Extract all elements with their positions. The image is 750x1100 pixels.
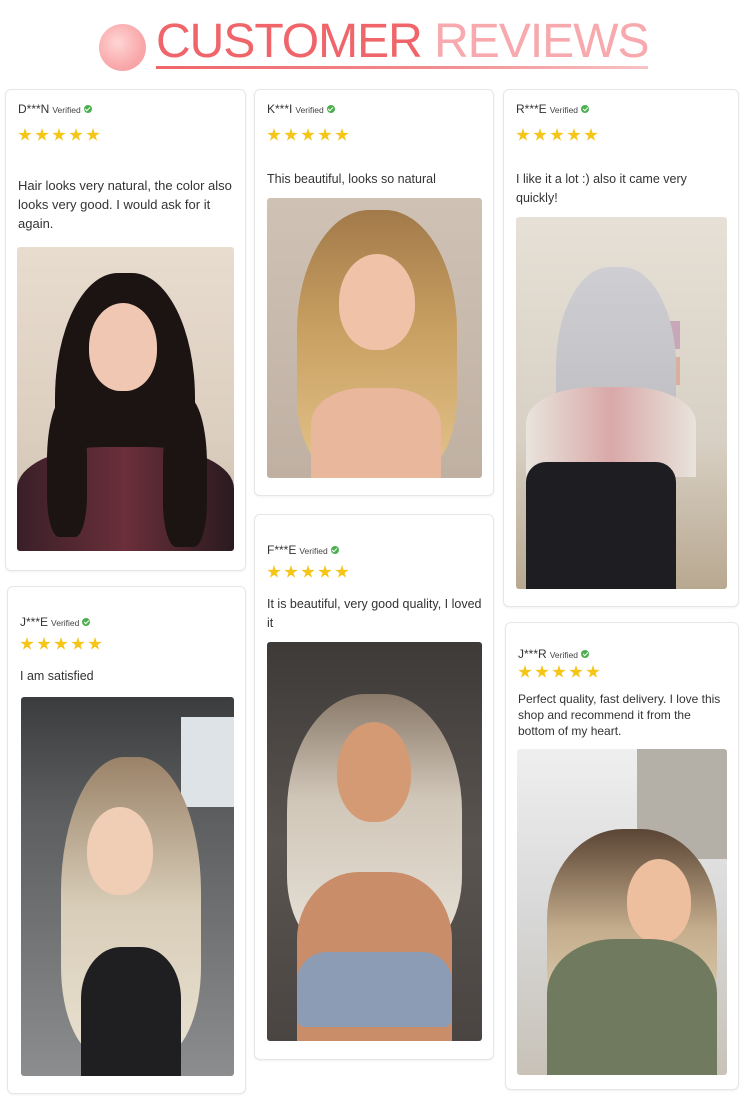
- reviewer-name: D***N: [18, 102, 50, 116]
- review-card: K***I Verified This beautiful, looks so n…: [254, 89, 494, 496]
- star-icon: [284, 128, 298, 141]
- verified-check-icon: [83, 105, 92, 113]
- star-icon: [518, 665, 532, 678]
- body-shape: [311, 388, 441, 478]
- title-underline: [156, 66, 648, 69]
- header-circle-decoration: [99, 24, 146, 71]
- star-icon: [318, 565, 332, 578]
- top-garment: [297, 952, 452, 1027]
- star-icon: [533, 128, 547, 141]
- customer-photo[interactable]: [267, 198, 482, 478]
- verified-label: Verified: [299, 546, 328, 556]
- face-shape: [89, 303, 157, 391]
- reviewer-info: K***I Verified: [267, 102, 335, 116]
- star-icon: [516, 128, 530, 141]
- review-card: R***E Verified I like it a lot :) also it…: [503, 89, 739, 607]
- review-text: Perfect quality, fast delivery. I love t…: [518, 692, 721, 738]
- reviewer-info: F***E Verified: [267, 543, 339, 557]
- review-card: J***E Verified I am satisfied: [7, 586, 246, 1094]
- star-icon: [584, 128, 598, 141]
- customer-photo[interactable]: [17, 247, 234, 551]
- page-title-word-2: REVIEWS: [434, 15, 649, 68]
- star-icon: [301, 128, 315, 141]
- verified-check-icon: [326, 105, 335, 113]
- verified-check-icon: [581, 105, 590, 113]
- face-shape: [627, 859, 691, 943]
- reviewer-name: R***E: [516, 102, 547, 116]
- star-rating: [267, 565, 349, 581]
- review-text: It is beautiful, very good quality, I lo…: [267, 597, 482, 630]
- reviewer-name: K***I: [267, 102, 293, 116]
- verified-check-icon: [330, 546, 339, 554]
- reviewer-info: J***R Verified: [518, 647, 590, 661]
- verified-label: Verified: [52, 105, 81, 115]
- star-rating: [518, 665, 600, 681]
- body-shape: [81, 947, 181, 1076]
- star-icon: [71, 637, 85, 650]
- review-card: D***N Verified Hair looks very natural, t…: [5, 89, 246, 571]
- star-icon: [267, 565, 281, 578]
- page-title: CUSTOMER REVIEWS: [156, 14, 650, 70]
- verified-check-icon: [82, 618, 91, 626]
- verified-check-icon: [581, 650, 590, 658]
- verified-label: Verified: [295, 105, 324, 115]
- hair-shape: [163, 397, 207, 547]
- customer-photo[interactable]: [517, 749, 727, 1075]
- star-icon: [35, 128, 49, 141]
- face-shape: [87, 807, 153, 895]
- car-window: [181, 717, 234, 807]
- star-rating: [516, 128, 598, 144]
- star-icon: [586, 665, 600, 678]
- review-text: I like it a lot :) also it came very qui…: [516, 172, 687, 205]
- page-title-word-1: CUSTOMER: [156, 15, 423, 68]
- face-shape: [339, 254, 415, 350]
- verified-label: Verified: [51, 618, 80, 628]
- star-icon: [535, 665, 549, 678]
- star-rating: [267, 128, 349, 144]
- review-card: J***R Verified Perfect quality, fast deli…: [505, 622, 739, 1090]
- reviewer-info: J***E Verified: [20, 615, 91, 629]
- star-rating: [18, 128, 100, 144]
- star-icon: [86, 128, 100, 141]
- star-icon: [69, 128, 83, 141]
- star-icon: [335, 128, 349, 141]
- reviewer-info: R***E Verified: [516, 102, 590, 116]
- face-shape: [337, 722, 411, 822]
- reviewer-name: J***R: [518, 647, 547, 661]
- reviewer-info: D***N Verified: [18, 102, 92, 116]
- star-icon: [318, 128, 332, 141]
- star-icon: [267, 128, 281, 141]
- reviewer-name: J***E: [20, 615, 49, 629]
- star-icon: [301, 565, 315, 578]
- star-icon: [552, 665, 566, 678]
- review-card: F***E Verified It is beautiful, very good…: [254, 514, 494, 1060]
- star-icon: [567, 128, 581, 141]
- star-icon: [550, 128, 564, 141]
- verified-label: Verified: [549, 650, 579, 660]
- customer-photo[interactable]: [267, 642, 482, 1041]
- star-icon: [284, 565, 298, 578]
- verified-label: Verified: [549, 105, 579, 115]
- star-icon: [569, 665, 583, 678]
- star-icon: [52, 128, 66, 141]
- customer-photo[interactable]: [21, 697, 234, 1076]
- star-icon: [88, 637, 102, 650]
- star-icon: [20, 637, 34, 650]
- page-header: CUSTOMER REVIEWS: [0, 0, 750, 88]
- star-icon: [18, 128, 32, 141]
- star-icon: [335, 565, 349, 578]
- hair-shape: [47, 397, 87, 537]
- review-text: I am satisfied: [20, 669, 94, 683]
- reviewer-name: F***E: [267, 543, 297, 557]
- body-shape: [547, 939, 717, 1075]
- star-rating: [20, 637, 102, 653]
- review-text: Hair looks very natural, the color also …: [18, 178, 232, 231]
- body-shape: [526, 462, 676, 589]
- star-icon: [54, 637, 68, 650]
- review-text: This beautiful, looks so natural: [267, 172, 436, 186]
- customer-photo[interactable]: [516, 217, 727, 589]
- star-icon: [37, 637, 51, 650]
